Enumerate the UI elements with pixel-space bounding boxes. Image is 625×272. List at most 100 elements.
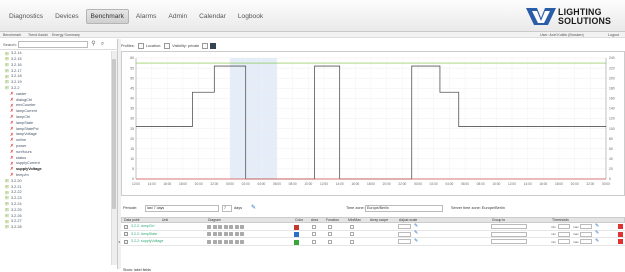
- diagram-type-icon[interactable]: [207, 224, 211, 229]
- x-tick-label: 16:00: [351, 182, 359, 186]
- adjust-scale-input[interactable]: [398, 231, 411, 237]
- diagram-type-icon[interactable]: [218, 239, 222, 244]
- datapoint-icon: ✗: [10, 114, 14, 120]
- nav-item-logbook[interactable]: Logbook: [233, 9, 268, 24]
- threshold-min-input[interactable]: [558, 231, 570, 237]
- adjust-scale-input[interactable]: [398, 239, 411, 244]
- x-tick-label: 22:00: [586, 182, 594, 186]
- row-select-checkbox[interactable]: [124, 224, 128, 229]
- datapoint-name[interactable]: 3.2.2: lampState: [131, 232, 157, 237]
- diagram-type-icon[interactable]: [207, 239, 211, 244]
- edit-icon[interactable]: ✎: [414, 231, 418, 236]
- diagram-type-icon[interactable]: [240, 224, 244, 229]
- threshold-edit-icon[interactable]: ✎: [595, 223, 599, 229]
- y-right-tick-label: 20: [609, 167, 613, 171]
- diagram-type-icon[interactable]: [234, 239, 239, 244]
- trend-chart[interactable]: 0 5 10 15 20 25 30 35 40 45 50 55 60 0 20 40 60 80 100 120 1…: [121, 51, 625, 196]
- edit-icon[interactable]: ✎: [414, 238, 418, 244]
- sub-navigation-bar: Benchmark Trend Assist Energy Summary Us…: [0, 32, 625, 38]
- threshold-max-input[interactable]: [580, 239, 592, 244]
- logout-link[interactable]: Logout: [608, 32, 619, 38]
- diagram-type-icon[interactable]: [207, 232, 211, 236]
- nav-item-devices[interactable]: Devices: [50, 9, 83, 24]
- diagram-type-icon[interactable]: [229, 232, 233, 236]
- tree-item-label: online: [16, 138, 27, 143]
- tree-node[interactable]: ⊞ 3.2.28: [0, 225, 111, 231]
- area-checkbox[interactable]: [312, 232, 316, 236]
- diagram-type-icon[interactable]: [223, 224, 228, 229]
- filter-icon[interactable]: ⌕: [99, 41, 106, 48]
- location-select[interactable]: [164, 43, 171, 49]
- diagram-type-icon[interactable]: [234, 232, 239, 236]
- search-icon[interactable]: ⚲: [90, 41, 97, 48]
- diagram-type-icon[interactable]: [212, 232, 217, 236]
- area-checkbox[interactable]: [312, 224, 316, 229]
- nav-item-admin[interactable]: Admin: [163, 9, 192, 24]
- function-checkbox[interactable]: [328, 232, 332, 236]
- diagram-type-icon[interactable]: [223, 239, 228, 244]
- x-tick-label: 08:00: [477, 182, 485, 186]
- group-select[interactable]: [491, 231, 527, 237]
- series-color-swatch[interactable]: [294, 224, 299, 230]
- nav-item-diagnostics[interactable]: Diagnostics: [4, 9, 48, 24]
- subnav-benchmark[interactable]: Benchmark: [3, 32, 21, 38]
- diagram-type-icon[interactable]: [240, 239, 244, 244]
- diagram-type-icon[interactable]: [229, 224, 233, 229]
- function-checkbox[interactable]: [328, 239, 332, 244]
- diagram-type-icon[interactable]: [229, 239, 233, 244]
- threshold-max-input[interactable]: [580, 224, 592, 229]
- diagram-type-icon[interactable]: [212, 239, 217, 244]
- minmax-checkbox[interactable]: [350, 224, 354, 229]
- delete-row-icon[interactable]: [618, 231, 623, 237]
- nav-item-alarms[interactable]: Alarms: [131, 9, 162, 24]
- minmax-checkbox[interactable]: [350, 232, 354, 236]
- search-input[interactable]: [18, 41, 88, 48]
- diagram-type-icon[interactable]: [234, 224, 239, 229]
- refresh-icon[interactable]: ✎: [251, 205, 257, 211]
- nav-item-benchmark[interactable]: Benchmark: [85, 9, 129, 24]
- subnav-energy-summary[interactable]: Energy Summary: [52, 32, 80, 38]
- nav-item-calendar[interactable]: Calendar: [194, 9, 231, 24]
- threshold-edit-icon[interactable]: ✎: [595, 231, 599, 236]
- series-color-swatch[interactable]: [294, 232, 299, 237]
- threshold-min-input[interactable]: [558, 224, 570, 229]
- diagram-type-icon[interactable]: [218, 224, 222, 229]
- tree-scrollbar-thumb[interactable]: [112, 59, 116, 209]
- threshold-max-input[interactable]: [580, 231, 592, 237]
- area-checkbox[interactable]: [312, 239, 316, 244]
- save-icon[interactable]: [210, 43, 217, 49]
- subnav-trend-assist[interactable]: Trend Assist: [28, 32, 48, 38]
- row-select-checkbox[interactable]: [124, 232, 128, 236]
- y-right-tick-label: 60: [609, 147, 613, 151]
- series-color-swatch[interactable]: [294, 239, 299, 245]
- diagram-type-icon[interactable]: [218, 232, 222, 236]
- datapoint-icon: ✗: [10, 91, 14, 97]
- row-select-checkbox[interactable]: [124, 239, 128, 244]
- datapoint-name[interactable]: 3.2.2: supplyVoltage: [131, 239, 163, 244]
- threshold-edit-icon[interactable]: ✎: [595, 238, 599, 244]
- function-checkbox[interactable]: [328, 224, 332, 229]
- diagram-type-icon[interactable]: [240, 232, 244, 236]
- y-right-tick-label: 0: [609, 177, 611, 181]
- profiles-select[interactable]: [137, 43, 144, 49]
- collapse-arrow-icon[interactable]: ◂: [118, 239, 120, 244]
- adjust-scale-input[interactable]: [398, 224, 411, 229]
- group-select[interactable]: [491, 239, 527, 244]
- delete-row-icon[interactable]: [618, 239, 623, 244]
- period-select[interactable]: last 7 days: [145, 205, 219, 212]
- datapoint-name[interactable]: 3.2.2: lampCtrl: [131, 224, 154, 229]
- delete-row-icon[interactable]: [618, 224, 623, 229]
- group-select[interactable]: [491, 224, 527, 229]
- new-profile-icon[interactable]: [202, 43, 209, 49]
- threshold-min-input[interactable]: [558, 239, 570, 244]
- diagram-type-icon[interactable]: [212, 224, 217, 229]
- edit-icon[interactable]: ✎: [414, 223, 418, 229]
- x-tick-label: 00:00: [226, 182, 234, 186]
- threshold-min-label: min: [551, 239, 556, 244]
- minmax-checkbox[interactable]: [350, 239, 354, 244]
- tree-item-label: power: [16, 144, 27, 149]
- diagram-type-icon[interactable]: [223, 232, 228, 236]
- timezone-select[interactable]: Europe/Berlin: [365, 205, 443, 212]
- x-tick-label: 04:00: [257, 182, 265, 186]
- period-count-input[interactable]: 7: [222, 205, 232, 212]
